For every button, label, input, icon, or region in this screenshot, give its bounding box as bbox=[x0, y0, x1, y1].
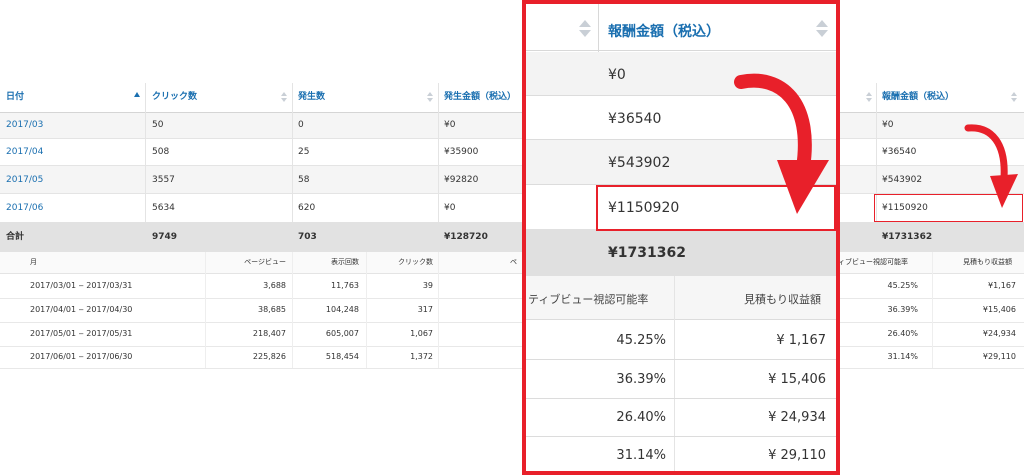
period-cell: 2017/06/01 ‒ 2017/06/30 bbox=[30, 352, 133, 361]
header-amount[interactable]: 発生金額（税込） bbox=[444, 93, 516, 102]
sort-icon[interactable] bbox=[866, 92, 872, 102]
zoom-reward-cell: ¥0 bbox=[608, 67, 626, 83]
impressions-cell: 11,763 bbox=[331, 281, 359, 290]
clicks-cell: 1,372 bbox=[410, 352, 433, 361]
impressions-cell: 518,454 bbox=[325, 352, 359, 361]
zoom-sub-line bbox=[526, 359, 836, 360]
sort-icon[interactable] bbox=[427, 92, 433, 102]
viewability-cell: 26.40% bbox=[887, 329, 918, 338]
sort-icon[interactable] bbox=[579, 20, 591, 38]
revenue-cell: ¥29,110 bbox=[982, 352, 1016, 361]
clicks-cell: 39 bbox=[422, 281, 433, 290]
amount-cell: ¥35900 bbox=[444, 147, 479, 157]
sub-header-pv: ページビュー bbox=[244, 258, 286, 266]
date-link[interactable]: 2017/03 bbox=[6, 121, 43, 130]
arrow-down-icon bbox=[964, 124, 1018, 208]
clicks-cell: 5634 bbox=[152, 203, 175, 213]
sort-icon[interactable] bbox=[1011, 92, 1017, 102]
pv-cell: 225,826 bbox=[252, 352, 286, 361]
zoom-viewability-cell: 26.40% bbox=[616, 410, 666, 425]
pv-cell: 38,685 bbox=[258, 305, 286, 314]
clicks-cell: 3557 bbox=[152, 175, 175, 185]
col-divider bbox=[145, 83, 146, 222]
header-count[interactable]: 発生数 bbox=[298, 93, 325, 102]
sub-header-clicks: クリック数 bbox=[398, 258, 433, 266]
impressions-cell: 104,248 bbox=[325, 305, 359, 314]
sort-icon[interactable] bbox=[281, 92, 287, 102]
impressions-cell: 605,007 bbox=[325, 329, 359, 338]
sub-header-viewability: ィブビュー視認可能率 bbox=[838, 258, 908, 266]
reward-cell: ¥0 bbox=[882, 120, 894, 130]
count-cell: 0 bbox=[298, 120, 304, 130]
total-label: 合計 bbox=[6, 232, 25, 242]
clicks-cell: 1,067 bbox=[410, 329, 433, 338]
header-reward[interactable]: 報酬金額（税込） bbox=[882, 93, 954, 102]
zoom-viewability-cell: 36.39% bbox=[616, 372, 666, 387]
clicks-cell: 50 bbox=[152, 120, 164, 130]
zoom-callout: 報酬金額（税込） ¥0 ¥36540 ¥543902 ¥1150920 ¥173… bbox=[522, 0, 840, 475]
zoom-revenue-cell: ¥ 24,934 bbox=[768, 410, 826, 425]
zoom-revenue-cell: ¥ 15,406 bbox=[768, 372, 826, 387]
header-date[interactable]: 日付 bbox=[6, 93, 24, 102]
col-divider bbox=[438, 83, 439, 222]
zoom-viewability-cell: 45.25% bbox=[616, 333, 666, 348]
zoom-reward-cell: ¥543902 bbox=[608, 155, 671, 171]
date-link[interactable]: 2017/05 bbox=[6, 176, 43, 185]
amount-cell: ¥0 bbox=[444, 203, 456, 213]
sort-icon[interactable] bbox=[816, 20, 828, 38]
total-amount: ¥128720 bbox=[444, 232, 488, 242]
count-cell: 58 bbox=[298, 175, 310, 185]
sub-header-revenue: 見積もり収益額 bbox=[963, 258, 1012, 266]
date-link[interactable]: 2017/04 bbox=[6, 148, 43, 157]
period-cell: 2017/05/01 ‒ 2017/05/31 bbox=[30, 329, 133, 338]
total-count: 703 bbox=[298, 232, 317, 242]
sub-row-line bbox=[0, 368, 1024, 369]
count-cell: 620 bbox=[298, 203, 316, 213]
clicks-cell: 317 bbox=[417, 305, 433, 314]
zoom-viewability-cell: 31.14% bbox=[616, 448, 666, 463]
revenue-cell: ¥1,167 bbox=[988, 281, 1016, 290]
clicks-cell: 508 bbox=[152, 147, 170, 157]
sub-row-line bbox=[0, 346, 1024, 347]
sub-row-line bbox=[0, 298, 1024, 299]
col-divider bbox=[292, 83, 293, 222]
amount-cell: ¥0 bbox=[444, 120, 456, 130]
zoom-reward-header[interactable]: 報酬金額（税込） bbox=[608, 21, 720, 41]
zoom-sub-line bbox=[526, 436, 836, 437]
pv-cell: 3,688 bbox=[263, 281, 286, 290]
zoom-reward-total: ¥1731362 bbox=[608, 245, 686, 261]
zoom-revenue-cell: ¥ 29,110 bbox=[768, 448, 826, 463]
sub-col-divider bbox=[438, 252, 439, 368]
period-cell: 2017/03/01 ‒ 2017/03/31 bbox=[30, 281, 133, 290]
sub-header-truncated: ペ bbox=[510, 258, 517, 266]
header-bottom-line bbox=[0, 112, 1024, 113]
zoom-viewability-header: ティブビュー視認可能率 bbox=[528, 293, 649, 306]
sub-header-month: 月 bbox=[30, 258, 37, 266]
reward-cell: ¥36540 bbox=[882, 147, 917, 157]
total-reward: ¥1731362 bbox=[882, 232, 933, 242]
pv-cell: 218,407 bbox=[252, 329, 286, 338]
viewability-cell: 45.25% bbox=[887, 281, 918, 290]
zoom-sub-divider bbox=[674, 276, 675, 471]
revenue-cell: ¥24,934 bbox=[982, 329, 1016, 338]
sub-col-divider bbox=[932, 252, 933, 368]
reward-cell: ¥543902 bbox=[882, 175, 923, 185]
sub-row-line bbox=[0, 322, 1024, 323]
count-cell: 25 bbox=[298, 147, 310, 157]
viewability-cell: 36.39% bbox=[887, 305, 918, 314]
zoom-revenue-header: 見積もり収益額 bbox=[744, 293, 821, 306]
sub-header-impressions: 表示回数 bbox=[331, 258, 359, 266]
viewability-cell: 31.14% bbox=[887, 352, 918, 361]
revenue-cell: ¥15,406 bbox=[982, 305, 1016, 314]
amount-cell: ¥92820 bbox=[444, 175, 479, 185]
sort-asc-icon[interactable] bbox=[134, 92, 140, 97]
date-link[interactable]: 2017/06 bbox=[6, 204, 43, 213]
zoom-sub-line bbox=[526, 398, 836, 399]
period-cell: 2017/04/01 ‒ 2017/04/30 bbox=[30, 305, 133, 314]
zoom-revenue-cell: ¥ 1,167 bbox=[776, 333, 826, 348]
arrow-down-icon bbox=[734, 73, 829, 214]
header-clicks[interactable]: クリック数 bbox=[152, 93, 197, 102]
total-clicks: 9749 bbox=[152, 232, 178, 242]
zoom-reward-cell: ¥36540 bbox=[608, 111, 662, 127]
